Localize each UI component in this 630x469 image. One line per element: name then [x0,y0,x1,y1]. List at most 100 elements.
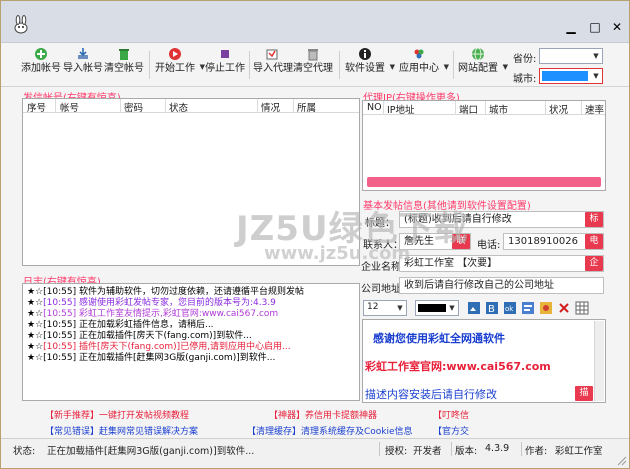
accounts-grid-header: 序号 帐号 密码 状态 情况 所属 [23,99,359,114]
import-account-button[interactable]: 导入帐号 [63,47,103,83]
font-color-select[interactable]: ▼ [415,300,459,316]
software-settings-button[interactable]: 软件设置 ▼ [345,47,395,83]
star-icon: ★☆ [27,342,44,352]
link-official[interactable]: 【官方交 [433,424,469,437]
col-header[interactable]: 所属 [297,100,316,114]
link-dingdong[interactable]: 【叮咚信 [433,408,469,421]
close-icon[interactable] [557,301,571,315]
stop-work-button[interactable]: 停止工作 [205,47,245,83]
col-header[interactable]: 序号 [27,100,46,114]
col-divider [165,99,166,113]
main-window: ▁ □ ✕ 添加帐号 导入帐号 清空帐号 开始工作 ▼ 停止工作 导入代理 清空… [0,0,630,469]
address-label: 公司地址 [361,284,401,295]
log-text: [10:55] 软件为辅助软件，切勿过度依赖，还请遵循平台规则发帖 [43,287,304,297]
resize-grip-icon[interactable] [617,456,627,466]
link-credit-card[interactable]: 【神器】养信用卡提额神器 [269,408,377,421]
log-text: [10:55] 正在加载彩虹插件信息，请稍后... [43,320,214,330]
col-header[interactable]: 密码 [124,100,143,114]
col-divider [55,99,56,113]
col-divider [120,99,121,113]
import-proxy-button[interactable]: 导入代理 [253,47,293,83]
clear-account-button[interactable]: 清空帐号 [104,47,144,83]
version-value: 4.3.9 [485,443,510,454]
maximize-button[interactable]: □ [585,19,605,35]
topic-input[interactable]: (标题)收到后请自行修改 [399,211,604,228]
globe-icon [472,47,484,61]
image-insert-icon[interactable] [467,301,481,315]
log-panel[interactable]: ★☆[10:55] 软件为辅助软件，切勿过度依赖，还请遵循平台规则发帖 ★☆[1… [22,283,360,401]
close-button[interactable]: ✕ [607,19,627,35]
apps-icon [414,49,424,59]
link-common-errors[interactable]: 【常见错误】赶集网常见错误解决方案 [45,424,198,437]
log-line: ★☆[10:55] 正在加载插件[赶集网3G版(ganji.com)]到软件..… [27,353,275,364]
toolbar-separator [453,51,454,79]
start-work-label: 开始工作 [155,63,195,74]
add-account-button[interactable]: 添加帐号 [21,47,61,83]
clear-proxy-button[interactable]: 清空代理 [293,47,333,83]
stop-icon [221,50,229,58]
info-icon [359,48,371,60]
posting-section-title: 基本发帖信息(其他请到软件设置配置) [363,201,531,212]
col-divider [455,101,456,115]
proxy-grid[interactable]: NO IP地址 端口 城市 状况 速率 [362,100,606,191]
city-select[interactable]: ▼ [539,68,603,84]
minimize-button[interactable]: ▁ [561,19,581,35]
address-input[interactable]: 收到后请自行修改自己的公司地址 [399,277,604,294]
col-divider [581,101,582,115]
star-icon: ★☆ [27,298,44,308]
contact-tag-button[interactable]: 联 [452,234,470,249]
picture-icon[interactable] [539,301,553,315]
log-text: [10:55] 正在加载插件[赶集网3G版(ganji.com)]到软件... [43,353,276,363]
topic-tag-button[interactable]: 标 [585,212,603,227]
grid-icon[interactable] [575,301,589,315]
description-tag-button[interactable]: 描 [575,386,593,401]
toolbar: 添加帐号 导入帐号 清空帐号 开始工作 ▼ 停止工作 导入代理 清空代理 软件设… [1,43,629,87]
app-center-label: 应用中心 [399,63,439,74]
editor-line: 描述内容安装后请自行修改 [365,388,497,401]
col-header[interactable]: 情况 [261,100,280,114]
chevron-down-icon: ▼ [397,304,403,312]
company-input[interactable]: 彩虹工作室 【次要】 [399,255,604,272]
chevron-down-icon[interactable]: ▼ [444,63,449,71]
accounts-grid[interactable]: 序号 帐号 密码 状态 情况 所属 [22,98,360,266]
company-tag-button[interactable]: 企 [585,256,603,271]
phone-tag-button[interactable]: 电 [585,234,603,249]
site-config-label: 网站配置 [458,63,498,74]
star-icon: ★☆ [27,353,44,363]
log-text: [10:55] 感谢使用彩虹发帖专家，您目前的版本号为:4.3.9 [43,298,276,308]
col-header[interactable]: 状况 [549,102,568,116]
clear-icon [119,49,129,60]
bold-icon[interactable]: B [485,301,499,315]
app-center-button[interactable]: 应用中心 ▼ [399,47,449,83]
play-icon [169,48,181,60]
format-icon[interactable] [521,301,535,315]
chevron-down-icon: ▼ [593,72,599,80]
font-size-select[interactable]: 12 ▼ [363,300,407,316]
site-config-button[interactable]: 网站配置 ▼ [458,47,508,83]
chevron-down-icon[interactable]: ▼ [503,63,508,71]
software-settings-label: 软件设置 [345,63,385,74]
description-editor[interactable]: 感谢您使用彩虹全网通软件 彩虹工作室官网:www.cai567.com 描述内容… [362,319,606,403]
link-icon[interactable]: ok [503,301,517,315]
col-header[interactable]: 状态 [169,100,188,114]
col-header[interactable]: IP地址 [387,102,415,116]
editor-scrollbar[interactable] [594,321,604,401]
chevron-down-icon[interactable]: ▼ [390,63,395,71]
log-line: ★☆[10:55] 正在加载插件[房天下(fang.com)]到软件... [27,331,252,342]
rabbit-logo-icon [14,15,28,34]
col-header[interactable]: 城市 [489,102,508,116]
log-line: ★☆[10:55] 彩虹工作室友情提示,彩虹官网:www.cai567.com [27,309,278,320]
start-work-button[interactable]: 开始工作 ▼ [155,47,205,83]
status-divider [451,442,452,456]
link-tutorial[interactable]: 【新手推荐】一键打开发帖视频教程 [45,408,189,421]
phone-label: 电话: [477,240,501,251]
col-header[interactable]: 端口 [459,102,478,116]
link-clear-cache[interactable]: 【清理缓存】清理系统缓存及Cookie信息 [247,424,413,437]
author-label: 作者: [525,446,548,457]
log-line: ★☆[10:55] 正在加载彩虹插件信息，请稍后... [27,320,214,331]
col-header[interactable]: 帐号 [60,100,79,114]
col-header[interactable]: NO [367,102,382,113]
auth-value: 开发者 [413,446,442,457]
col-header[interactable]: 速率 [585,102,604,116]
province-select[interactable]: ▼ [539,48,603,64]
